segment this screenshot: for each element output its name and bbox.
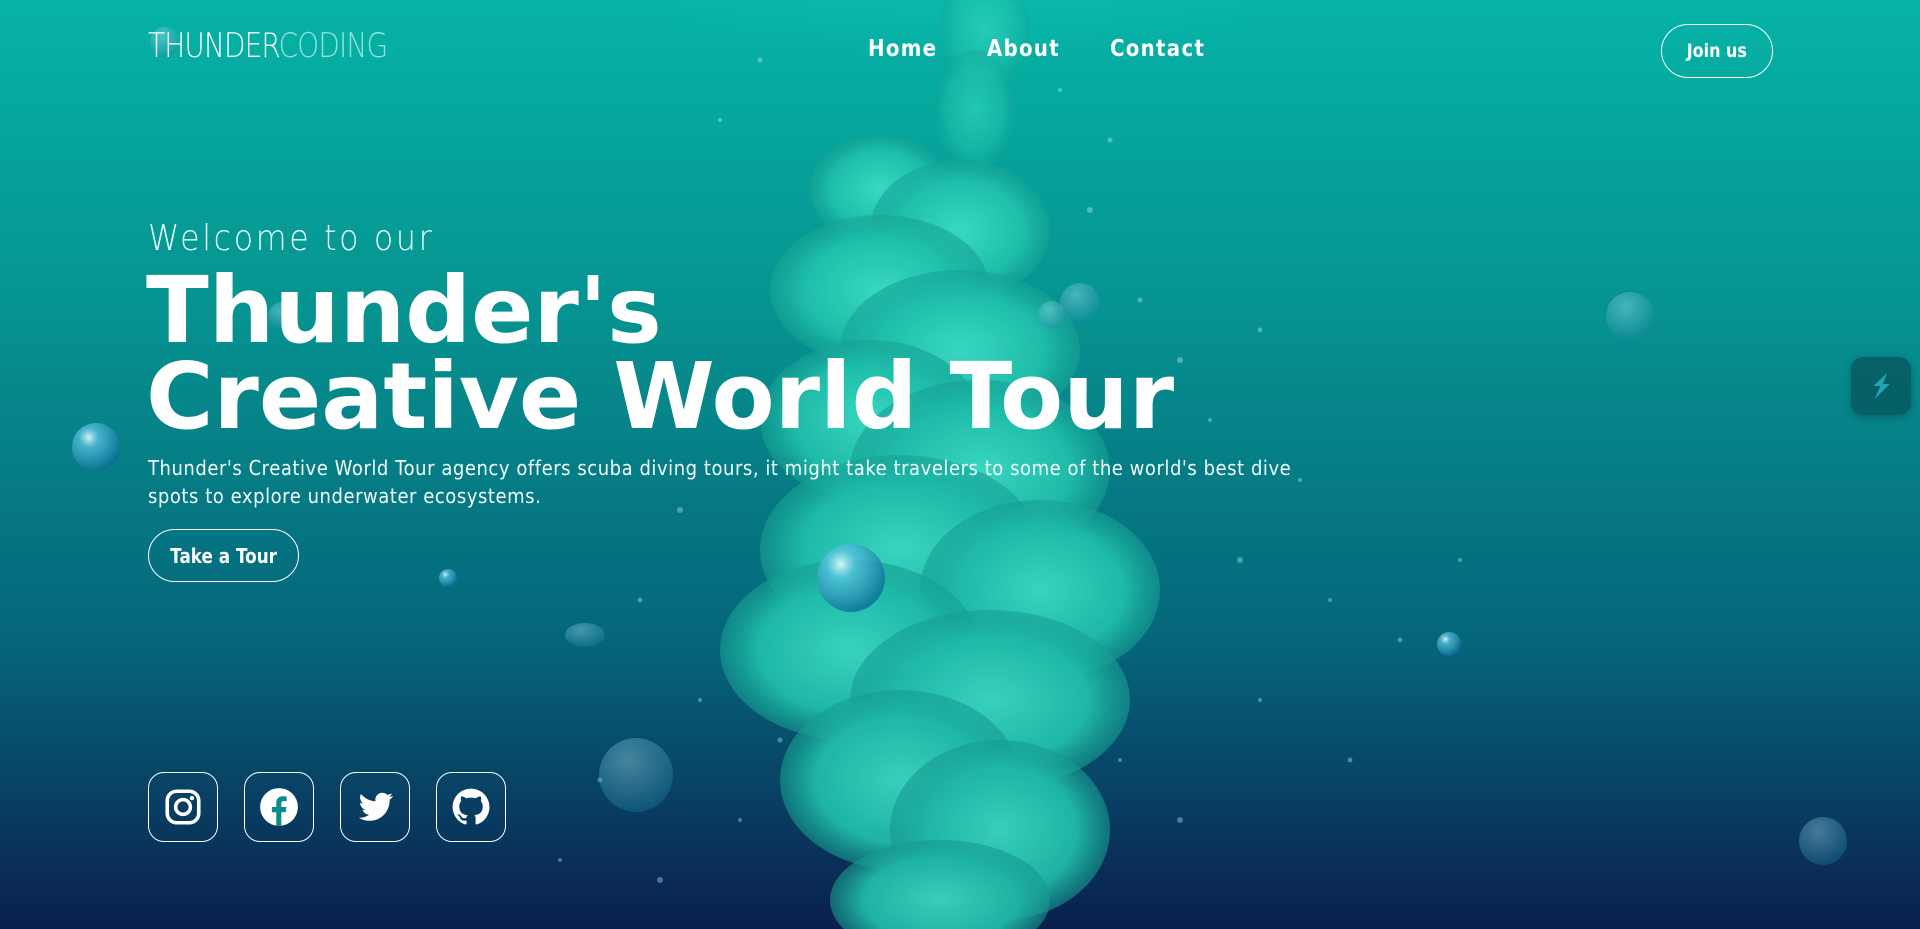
join-us-label: Join us bbox=[1686, 40, 1748, 62]
github-icon bbox=[452, 788, 490, 825]
hero-title-line-2: Creative World Tour bbox=[146, 343, 1175, 450]
hero-welcome-text: Welcome to our bbox=[148, 218, 435, 259]
github-link[interactable] bbox=[436, 772, 506, 842]
nav-home-link[interactable]: Home bbox=[868, 36, 937, 62]
instagram-link[interactable] bbox=[148, 772, 218, 842]
take-a-tour-button[interactable]: Take a Tour bbox=[148, 529, 299, 582]
hero-title-line-1: Thunder's bbox=[146, 257, 662, 364]
facebook-icon bbox=[260, 788, 298, 826]
twitter-icon bbox=[358, 792, 394, 821]
logo-text-primary: THUNDER bbox=[148, 26, 279, 66]
nav-about-link[interactable]: About bbox=[987, 36, 1060, 62]
site-header: THUNDERCODING Home About Contact Join us bbox=[0, 0, 1920, 100]
facebook-link[interactable] bbox=[244, 772, 314, 842]
lightning-icon bbox=[1873, 373, 1890, 399]
social-links bbox=[148, 772, 506, 842]
hero-title: Thunder's Creative World Tour bbox=[146, 257, 1175, 450]
hero-description: Thunder's Creative World Tour agency off… bbox=[148, 456, 1292, 508]
nav-contact-link[interactable]: Contact bbox=[1110, 36, 1205, 62]
side-widget-button[interactable] bbox=[1851, 357, 1911, 415]
main-nav: Home About Contact bbox=[868, 36, 1220, 62]
twitter-link[interactable] bbox=[340, 772, 410, 842]
take-a-tour-label: Take a Tour bbox=[170, 543, 277, 568]
join-us-button[interactable]: Join us bbox=[1661, 24, 1773, 78]
logo-text-secondary: CODING bbox=[278, 26, 388, 66]
brand-logo[interactable]: THUNDERCODING bbox=[148, 26, 388, 66]
instagram-icon bbox=[165, 789, 201, 825]
